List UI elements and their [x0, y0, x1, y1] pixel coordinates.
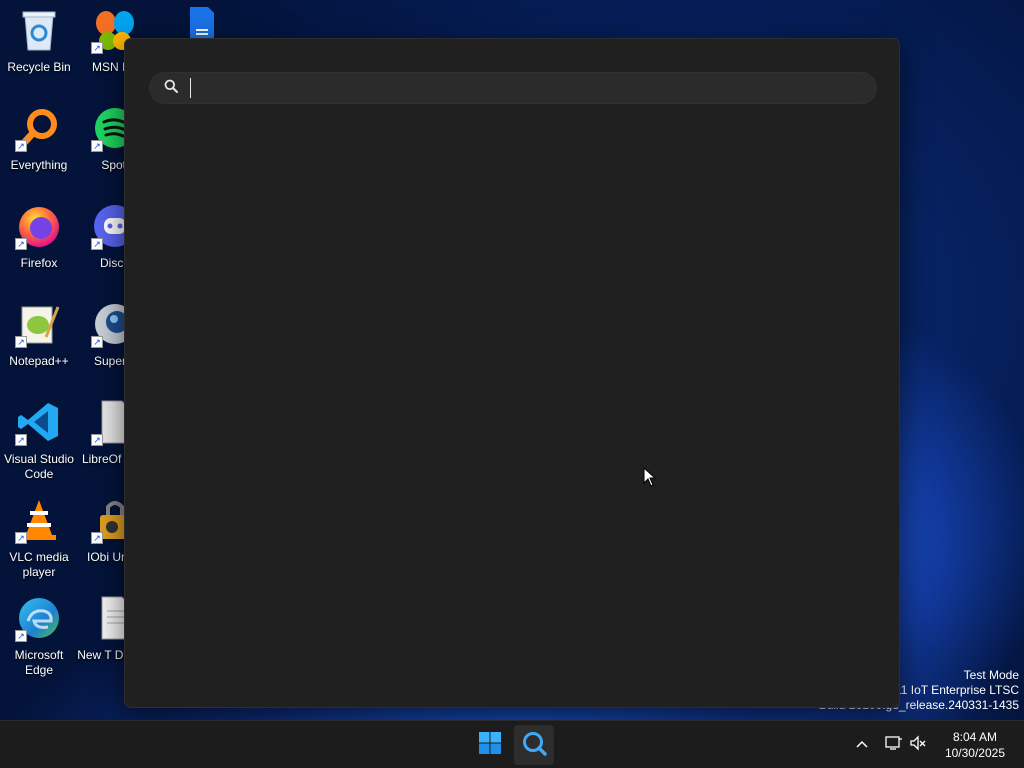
- search-bar[interactable]: [149, 72, 877, 104]
- network-button[interactable]: [884, 735, 904, 755]
- shortcut-arrow-icon: ↗: [91, 140, 103, 152]
- desktop-icon-recycle-bin[interactable]: Recycle Bin: [0, 6, 78, 75]
- windows-logo-icon: [478, 731, 502, 760]
- desktop-icon-firefox[interactable]: ↗ Firefox: [0, 202, 78, 271]
- shortcut-arrow-icon: ↗: [91, 336, 103, 348]
- firefox-icon: ↗: [15, 202, 63, 250]
- vlc-icon: ↗: [15, 496, 63, 544]
- desktop-icon-label: Visual Studio Code: [4, 452, 74, 481]
- text-caret: [190, 78, 191, 98]
- chevron-up-icon: [855, 736, 869, 754]
- desktop-icon-label: Notepad++: [9, 354, 69, 368]
- desktop-icon-notepadpp[interactable]: ↗ Notepad++: [0, 300, 78, 369]
- show-hidden-icons-button[interactable]: [852, 735, 872, 755]
- desktop-icon-vlc[interactable]: ↗ VLC media player: [0, 496, 78, 580]
- desktop-icon-label: VLC media player: [9, 550, 69, 579]
- shortcut-arrow-icon: ↗: [15, 238, 27, 250]
- volume-button[interactable]: [908, 734, 928, 756]
- network-icon: [885, 735, 903, 756]
- shortcut-arrow-icon: ↗: [91, 238, 103, 250]
- search-input[interactable]: [195, 80, 876, 96]
- recycle-bin-icon: [15, 6, 63, 54]
- taskbar: 8:04 AM 10/30/2025: [0, 720, 1024, 768]
- volume-muted-icon: [909, 734, 927, 756]
- vscode-icon: ↗: [15, 398, 63, 446]
- everything-icon: ↗: [15, 104, 63, 152]
- edge-icon: ↗: [15, 594, 63, 642]
- desktop-icon-label: Microsoft Edge: [14, 648, 64, 677]
- desktop-icon-label: Everything: [10, 158, 68, 172]
- clock-time: 8:04 AM: [952, 730, 997, 744]
- notepadpp-icon: ↗: [15, 300, 63, 348]
- desktop-icon-label: Firefox: [20, 256, 58, 270]
- desktop-icon-edge[interactable]: ↗ Microsoft Edge: [0, 594, 78, 678]
- search-icon: [164, 79, 178, 98]
- shortcut-arrow-icon: ↗: [91, 42, 103, 54]
- shortcut-arrow-icon: ↗: [15, 140, 27, 152]
- start-button[interactable]: [470, 725, 510, 765]
- shortcut-arrow-icon: ↗: [91, 434, 103, 446]
- shortcut-arrow-icon: ↗: [15, 434, 27, 446]
- shortcut-arrow-icon: ↗: [15, 630, 27, 642]
- desktop-icon-everything[interactable]: ↗ Everything: [0, 104, 78, 173]
- shortcut-arrow-icon: ↗: [15, 532, 27, 544]
- taskbar-clock[interactable]: 8:04 AM 10/30/2025: [945, 729, 1005, 761]
- mouse-cursor-icon: [643, 466, 657, 492]
- search-window[interactable]: [124, 38, 900, 708]
- desktop-icon-label: Recycle Bin: [7, 60, 71, 74]
- desktop-icon-vscode[interactable]: ↗ Visual Studio Code: [0, 398, 78, 482]
- clock-date: 10/30/2025: [944, 746, 1005, 760]
- shortcut-arrow-icon: ↗: [91, 532, 103, 544]
- taskbar-search-app-button[interactable]: [514, 725, 554, 765]
- shortcut-arrow-icon: ↗: [15, 336, 27, 348]
- magnifier-icon: [521, 730, 547, 761]
